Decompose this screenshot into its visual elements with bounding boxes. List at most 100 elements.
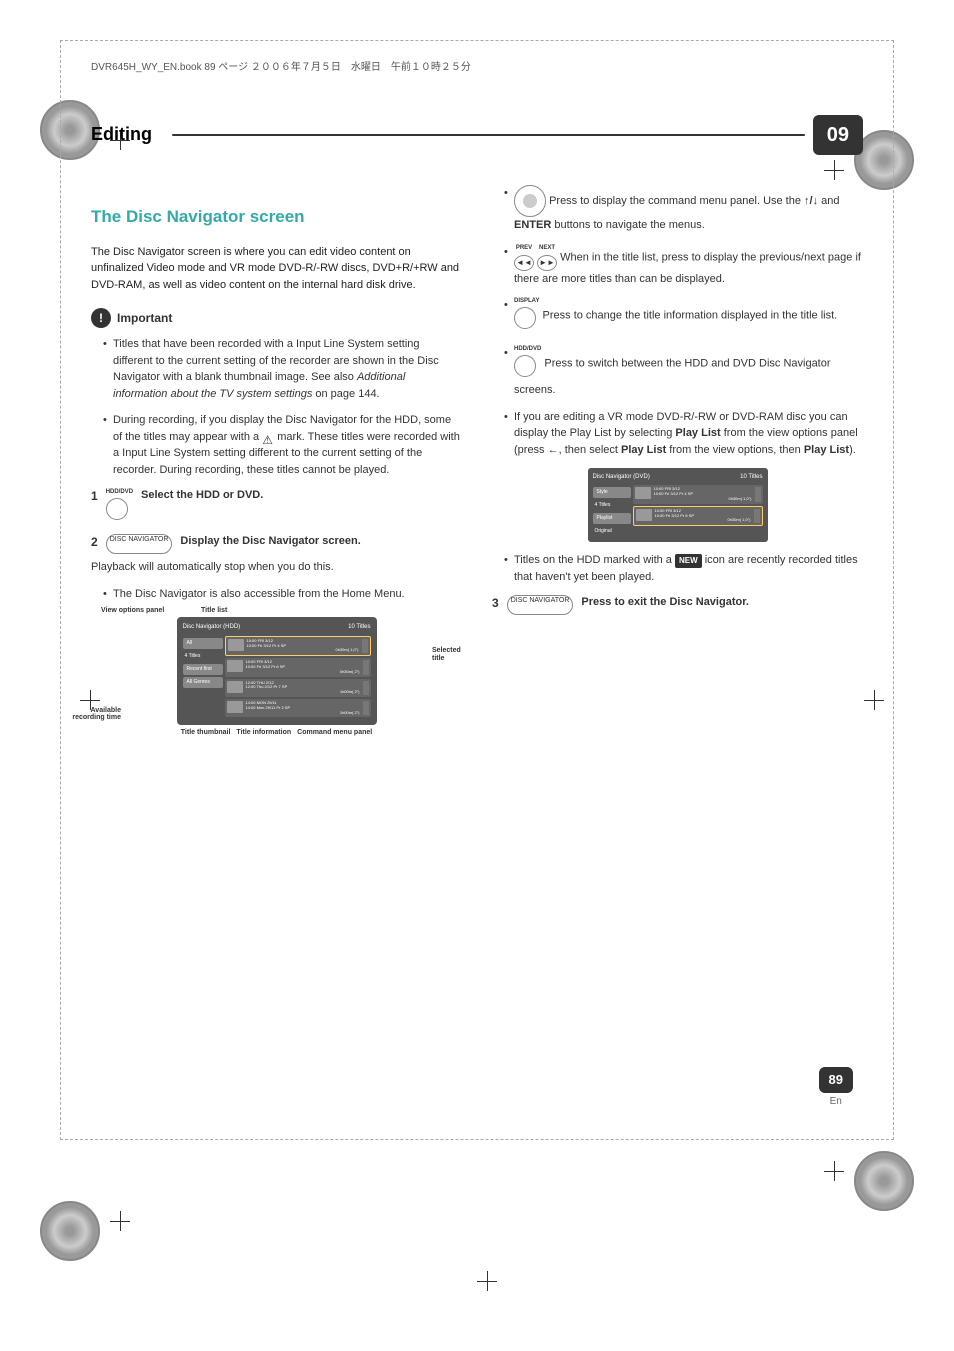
thumbnail: [227, 660, 243, 672]
text: Press to change the title information di…: [543, 310, 838, 322]
text: Titles on the HDD marked with a: [514, 554, 675, 566]
text: 10 Titles: [740, 473, 762, 481]
step-text: Select the HDD or DVD.: [141, 488, 462, 503]
step-3: 3 DISC NAVIGATOR Press to exit the Disc …: [492, 595, 863, 615]
header-divider: [172, 134, 805, 136]
row-info: 10:00 FRI 3/1210:00 Fri 3/12 Pr 4 SP0h30…: [654, 487, 752, 501]
corner-ornament-bl: [40, 1201, 100, 1261]
row-info: 10:00 FRI 3/1210:00 Fri 3/12 Pr 6 SP0h30…: [246, 660, 360, 674]
text: on page 144.: [312, 388, 379, 400]
important-list: Titles that have been recorded with a In…: [91, 336, 462, 478]
section-title: The Disc Navigator screen: [91, 205, 462, 229]
button-group: NEXT ►►: [537, 244, 557, 271]
new-badge-icon: NEW: [675, 554, 702, 568]
sidebar-tab: Recent first: [183, 664, 223, 675]
text: 4 Titles: [593, 500, 631, 511]
step-number: 1: [91, 488, 98, 505]
thumbnail: [636, 509, 652, 521]
important-icon: !: [91, 308, 111, 328]
text: buttons to navigate the menus.: [551, 219, 705, 231]
registration-mark: [477, 1271, 497, 1291]
diagram-label: Title thumbnail: [181, 729, 231, 737]
text: from the view options, then: [666, 444, 804, 456]
list-item: Press to display the command menu panel.…: [504, 185, 863, 234]
button-label: NEXT: [537, 244, 557, 253]
step-2-bullets: The Disc Navigator is also accessible fr…: [91, 586, 462, 603]
list-item: Titles on the HDD marked with a NEW icon…: [504, 552, 863, 585]
cmd-panel: [362, 639, 368, 653]
content-columns: The Disc Navigator screen The Disc Navig…: [91, 185, 863, 752]
step-2: 2 DISC NAVIGATOR Display the Disc Naviga…: [91, 534, 462, 554]
text: Press to switch between the HDD and DVD …: [514, 357, 831, 396]
diagram-header: Disc Navigator (HDD) 10 Titles: [183, 623, 371, 631]
table-row: 10:00 FRI 3/1210:00 Fri 3/12 Pr 4 SP0h30…: [633, 485, 763, 503]
chapter-number: 09: [813, 115, 863, 155]
diagram-sidebar: All 4 Titles Recent first All Genres: [183, 636, 223, 690]
sidebar-tab: Playlist: [593, 513, 631, 524]
button-label: HDD/DVD: [514, 345, 541, 354]
thumbnail: [227, 701, 243, 713]
diagram-label: Title information: [236, 729, 291, 737]
text-bold: Play List: [621, 444, 666, 456]
button-label: DISPLAY: [514, 297, 539, 306]
prev-button-icon: ◄◄: [514, 255, 534, 271]
table-row: 12:00 THU 2/1212:00 Thu 2/12 Pr 7 SP1h00…: [225, 679, 371, 697]
diagram-main: 10:00 FRI 3/1210:00 Fri 3/12 Pr 4 SP0h30…: [633, 485, 763, 526]
text: When in the title list, press to display…: [514, 251, 861, 285]
text: 4 Titles: [183, 651, 223, 662]
remote-button-group: HDD/DVD: [106, 488, 133, 524]
intro-paragraph: The Disc Navigator screen is where you c…: [91, 244, 462, 294]
text-bold: Play List: [804, 444, 849, 456]
thumbnail: [227, 681, 243, 693]
text: Disc Navigator (HDD): [183, 623, 241, 631]
step-text: Press to exit the Disc Navigator.: [581, 595, 863, 610]
list-item: If you are editing a VR mode DVD-R/-RW o…: [504, 409, 863, 459]
important-label: Important: [117, 310, 172, 327]
page-number: 89: [819, 1067, 853, 1093]
left-column: The Disc Navigator screen The Disc Navig…: [91, 185, 462, 752]
diagram-header: Disc Navigator (DVD) 10 Titles: [593, 473, 763, 481]
page-footer: 89 En: [819, 1067, 853, 1109]
text: Original: [593, 526, 631, 537]
cmd-panel: [754, 509, 760, 523]
display-button-icon: [514, 307, 536, 329]
disc-navigator-button-icon: DISC NAVIGATOR: [106, 534, 173, 554]
step-text: Display the Disc Navigator screen.: [180, 534, 462, 549]
page-frame: DVR645H_WY_EN.book 89 ページ ２００６年７月５日 水曜日 …: [60, 40, 894, 1140]
diagram-label: Title list: [201, 607, 227, 615]
diagram-label: View options panel: [101, 607, 164, 615]
thumbnail: [635, 487, 651, 499]
button-group: HDD/DVD: [514, 345, 541, 383]
list-item: DISPLAY Press to change the title inform…: [504, 297, 863, 335]
step-number: 2: [91, 534, 98, 551]
text: , then select: [559, 444, 621, 456]
navigator-diagram: View options panel Title list Selected t…: [91, 617, 462, 737]
list-item: During recording, if you display the Dis…: [103, 412, 462, 478]
cmd-panel: [755, 487, 761, 501]
step-1: 1 HDD/DVD Select the HDD or DVD.: [91, 488, 462, 524]
diagram-label: Selected title: [432, 647, 472, 662]
sidebar-tab: All: [183, 638, 223, 649]
playlist-diagram: Disc Navigator (DVD) 10 Titles Style 4 T…: [588, 468, 768, 542]
button-group: DISPLAY: [514, 297, 539, 335]
row-info: 10:00 FRI 3/1210:00 Fri 3/12 Pr 4 SP0h30…: [247, 639, 359, 653]
sidebar-tab: Style: [593, 487, 631, 498]
text: Press to display the command menu panel.…: [549, 195, 804, 207]
table-row: 14:00 MON 29/1114:00 Mon 29/11 Pr 2 SP1h…: [225, 699, 371, 717]
thumbnail: [228, 639, 244, 651]
warning-icon: [262, 431, 274, 443]
diagram-screenshot: Disc Navigator (HDD) 10 Titles All 4 Tit…: [177, 617, 377, 725]
direction-pad-icon: [514, 185, 546, 217]
step-2-subtext: Playback will automatically stop when yo…: [91, 560, 462, 575]
row-info: 12:00 THU 2/1212:00 Thu 2/12 Pr 7 SP1h00…: [246, 681, 360, 695]
file-header-note: DVR645H_WY_EN.book 89 ページ ２００６年７月５日 水曜日 …: [91, 61, 863, 75]
chapter-header: Editing 09: [91, 115, 863, 155]
right-bullets: Press to display the command menu panel.…: [492, 185, 863, 458]
diagram-box: Disc Navigator (HDD) 10 Titles All 4 Tit…: [177, 617, 377, 725]
list-item: Titles that have been recorded with a In…: [103, 336, 462, 402]
cmd-panel: [363, 701, 369, 715]
cmd-panel: [363, 660, 369, 674]
hdd-dvd-button-icon: [514, 355, 536, 377]
button-group: PREV ◄◄: [514, 244, 534, 271]
table-row: 10:00 FRI 3/1210:00 Fri 3/12 Pr 6 SP0h30…: [225, 658, 371, 676]
